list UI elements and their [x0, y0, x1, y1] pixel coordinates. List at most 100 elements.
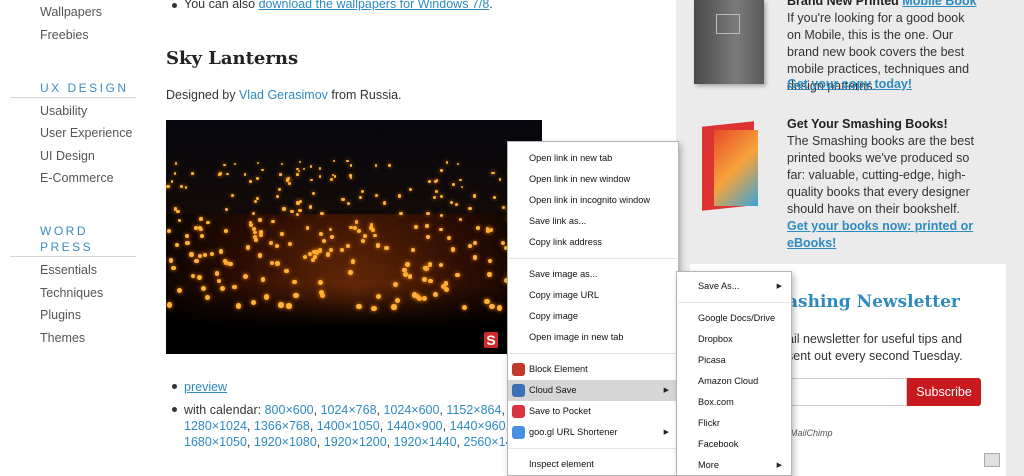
lantern-light — [271, 219, 275, 224]
get-your-copy-link[interactable]: Get your copy today! — [787, 76, 977, 93]
menu-item-open-link-in-new-tab[interactable]: Open link in new tab — [508, 148, 678, 169]
designer-link[interactable]: Vlad Gerasimov — [239, 88, 328, 102]
submenu-item-flickr[interactable]: Flickr — [677, 413, 791, 434]
book-cover-graphic — [716, 14, 740, 34]
lantern-light — [312, 249, 317, 255]
smashing-books-stack[interactable] — [696, 120, 764, 211]
menu-item-open-link-in-incognito-window[interactable]: Open link in incognito window — [508, 190, 678, 211]
preview-link[interactable]: preview — [184, 380, 227, 394]
lantern-light — [166, 302, 172, 308]
separator-text: , — [309, 419, 317, 433]
resolution-link[interactable]: 1920×1200 — [324, 435, 387, 449]
lantern-light — [476, 225, 480, 230]
calendar-resolutions-line-2: 1280×1024, 1366×768, 1400×1050, 1440×900… — [184, 419, 540, 433]
submenu-item-label: Amazon Cloud — [698, 376, 759, 386]
lantern-light — [243, 274, 248, 279]
menu-item-goo-gl-url-shortener[interactable]: goo.gl URL Shortener ▶ — [508, 422, 678, 443]
resolution-link[interactable]: 1152×864 — [446, 403, 501, 417]
sidebar-item-themes[interactable]: Themes — [40, 331, 85, 345]
sidebar-item-ui-design[interactable]: UI Design — [40, 149, 95, 163]
menu-item-save-link-as[interactable]: Save link as... — [508, 211, 678, 232]
lantern-light — [258, 218, 262, 222]
menu-item-open-link-in-new-window[interactable]: Open link in new window — [508, 169, 678, 190]
lantern-light — [402, 267, 408, 273]
menu-item-inspect-element[interactable]: Inspect element — [508, 454, 678, 475]
sidebar-item-e-commerce[interactable]: E-Commerce — [40, 171, 114, 185]
cloud-save-icon — [512, 384, 525, 397]
submenu-item-picasa[interactable]: Picasa — [677, 350, 791, 371]
submenu-arrow-icon: ▶ — [663, 387, 669, 394]
lantern-light — [440, 169, 443, 172]
submenu-item-google-docs-drive[interactable]: Google Docs/Drive — [677, 308, 791, 329]
menu-item-save-image-as[interactable]: Save image as... — [508, 264, 678, 285]
sky-lanterns-wallpaper-image[interactable]: S — [166, 120, 542, 354]
submenu-item-amazon-cloud[interactable]: Amazon Cloud — [677, 371, 791, 392]
sidebar-item-user-experience[interactable]: User Experience — [40, 126, 132, 140]
lantern-light — [346, 244, 351, 249]
separator-text: , — [313, 403, 321, 417]
lantern-light — [375, 243, 380, 248]
lantern-light — [473, 240, 478, 245]
resolution-link[interactable]: 1920×1440 — [394, 435, 457, 449]
submenu-item-box-com[interactable]: Box.com — [677, 392, 791, 413]
menu-item-block-element[interactable]: Block Element — [508, 359, 678, 380]
resolution-link[interactable]: 1440×960 — [450, 419, 506, 433]
email-field[interactable] — [787, 378, 907, 406]
lantern-light — [185, 234, 190, 238]
resolution-link[interactable]: 800×600 — [265, 403, 314, 417]
resolution-link[interactable]: 1280×1024 — [184, 419, 247, 433]
lantern-light — [235, 303, 242, 309]
goo-gl-url-shortener-icon — [512, 426, 525, 439]
lantern-light — [484, 299, 490, 305]
subscribe-button[interactable]: Subscribe — [907, 378, 981, 406]
article-title: Sky Lanterns — [166, 48, 299, 69]
mobile-book-cover[interactable] — [694, 0, 764, 84]
mobile-book-link[interactable]: Mobile Book — [902, 0, 976, 8]
resolution-link[interactable]: 1400×1050 — [317, 419, 380, 433]
share-icon[interactable] — [984, 453, 1000, 467]
sidebar-item-usability[interactable]: Usability — [40, 104, 87, 118]
submenu-item-dropbox[interactable]: Dropbox — [677, 329, 791, 350]
lantern-light — [318, 167, 322, 170]
bullet-text: . — [489, 0, 493, 11]
menu-separator — [509, 448, 677, 449]
resolution-link[interactable]: 1366×768 — [254, 419, 310, 433]
sidebar-link-freebies[interactable]: Freebies — [40, 28, 89, 42]
download-windows-link[interactable]: download the wallpapers for Windows 7/8 — [259, 0, 490, 11]
lantern-light — [439, 194, 443, 198]
resolution-link[interactable]: 1024×600 — [384, 403, 440, 417]
menu-item-label: Open link in new window — [529, 174, 631, 184]
menu-item-label: Open link in new tab — [529, 153, 613, 163]
resolution-link[interactable]: 1024×768 — [321, 403, 377, 417]
lantern-light — [410, 247, 415, 253]
menu-item-copy-link-address[interactable]: Copy link address — [508, 232, 678, 253]
menu-item-cloud-save[interactable]: Cloud Save ▶ — [508, 380, 678, 401]
lantern-light — [349, 173, 352, 177]
separator-text: , — [376, 403, 384, 417]
lantern-light — [176, 287, 182, 293]
lantern-light — [298, 208, 302, 212]
resolution-link[interactable]: 1440×900 — [387, 419, 443, 433]
submenu-item-save-as[interactable]: Save As... ▶ — [677, 276, 791, 297]
resolution-link[interactable]: 1920×1080 — [254, 435, 317, 449]
download-bullet: You can also download the wallpapers for… — [184, 0, 493, 11]
sidebar-item-plugins[interactable]: Plugins — [40, 308, 81, 322]
menu-item-copy-image-url[interactable]: Copy image URL — [508, 285, 678, 306]
menu-item-copy-image[interactable]: Copy image — [508, 306, 678, 327]
lantern-light — [254, 237, 259, 242]
resolution-link[interactable]: 1680×1050 — [184, 435, 247, 449]
menu-item-save-to-pocket[interactable]: Save to Pocket — [508, 401, 678, 422]
lantern-light — [171, 265, 176, 271]
submenu-item-more[interactable]: More ▶ — [677, 455, 791, 476]
promo-heading-text: Brand New Printed — [787, 0, 903, 8]
submenu-item-facebook[interactable]: Facebook — [677, 434, 791, 455]
sidebar-item-techniques[interactable]: Techniques — [40, 286, 103, 300]
sidebar-link-wallpapers[interactable]: Wallpapers — [40, 5, 102, 19]
promo-text: The Smashing books are the best printed … — [787, 134, 974, 216]
sidebar-item-essentials[interactable]: Essentials — [40, 263, 97, 277]
lantern-light — [439, 227, 444, 232]
menu-item-open-image-in-new-tab[interactable]: Open image in new tab — [508, 327, 678, 348]
get-books-link[interactable]: Get your books now: printed or eBooks! — [787, 219, 973, 250]
lantern-light — [200, 286, 206, 292]
lantern-light — [287, 182, 291, 185]
